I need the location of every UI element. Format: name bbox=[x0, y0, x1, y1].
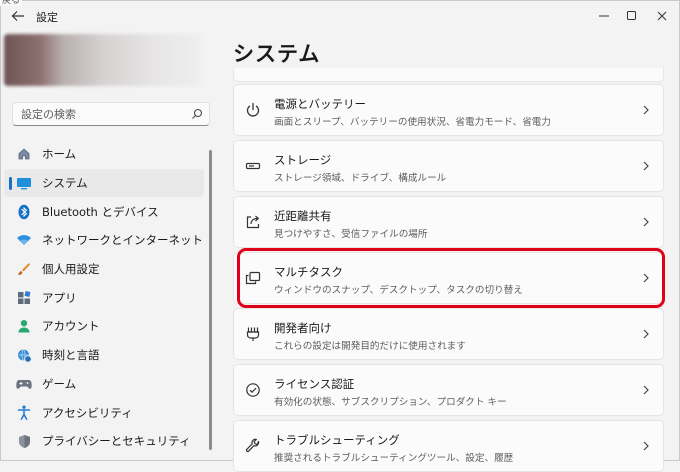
card-description: これらの設定は開発目的だけに使用されます bbox=[274, 341, 466, 352]
multitask-icon bbox=[244, 269, 262, 287]
sidebar-item-accounts[interactable]: アカウント bbox=[4, 312, 204, 341]
arrow-left-icon bbox=[11, 11, 24, 21]
home-icon bbox=[16, 146, 32, 162]
card-title: 電源とバッテリー bbox=[274, 97, 366, 111]
chevron-right-icon bbox=[643, 385, 649, 395]
chevron-right-icon bbox=[643, 217, 649, 227]
search-box[interactable] bbox=[12, 102, 210, 126]
wrench-icon bbox=[244, 437, 262, 455]
sidebar-item-time-language[interactable]: 時刻と言語 bbox=[4, 341, 204, 370]
sidebar-item-system[interactable]: システム bbox=[4, 168, 204, 198]
sidebar-item-apps[interactable]: アプリ bbox=[4, 283, 204, 312]
card-description: 見つけやすさ、受信ファイルの場所 bbox=[274, 229, 428, 240]
card-power-battery[interactable]: 電源とバッテリー 画面とスリープ、バッテリーの使用状況、省電力モード、省電力 bbox=[233, 84, 664, 136]
card-multitasking[interactable]: マルチタスク ウィンドウのスナップ、デスクトップ、タスクの切り替え bbox=[233, 252, 664, 304]
maximize-icon bbox=[627, 11, 636, 20]
chevron-right-icon bbox=[643, 441, 649, 451]
card-description: ストレージ領域、ドライブ、構成ルール bbox=[274, 173, 447, 184]
scrolled-card-edge bbox=[233, 68, 664, 82]
sidebar-item-network[interactable]: ネットワークとインターネット bbox=[4, 226, 204, 255]
card-description: 推奨されるトラブルシューティングツール、設定、履歴 bbox=[274, 453, 514, 464]
sidebar-item-privacy[interactable]: プライバシーとセキュリティ bbox=[4, 427, 204, 456]
chevron-right-icon bbox=[643, 329, 649, 339]
chevron-right-icon bbox=[643, 273, 649, 283]
sidebar-item-label: 時刻と言語 bbox=[42, 348, 100, 363]
title-bar: 戻る 設定 bbox=[0, 0, 680, 32]
card-title: ライセンス認証 bbox=[274, 377, 355, 391]
card-description: 有効化の状態、サブスクリプション、プロダクト キー bbox=[274, 397, 507, 408]
sidebar-item-label: アプリ bbox=[42, 290, 77, 305]
shield-icon bbox=[16, 433, 32, 449]
share-icon bbox=[244, 213, 262, 231]
sidebar-item-label: ホーム bbox=[42, 147, 77, 162]
power-icon bbox=[244, 101, 262, 119]
card-for-developers[interactable]: 開発者向け これらの設定は開発目的だけに使用されます bbox=[233, 308, 664, 360]
minimize-icon bbox=[599, 15, 609, 17]
storage-icon bbox=[244, 157, 262, 175]
sidebar-item-home[interactable]: ホーム bbox=[4, 140, 204, 169]
card-storage[interactable]: ストレージ ストレージ領域、ドライブ、構成ルール bbox=[233, 140, 664, 192]
globe-clock-icon bbox=[16, 347, 32, 363]
display-icon bbox=[16, 175, 32, 191]
card-troubleshoot[interactable]: トラブルシューティング 推奨されるトラブルシューティングツール、設定、履歴 bbox=[233, 420, 664, 472]
sidebar-item-label: ゲーム bbox=[42, 376, 77, 391]
bluetooth-icon bbox=[16, 204, 32, 220]
sidebar-item-label: アクセシビリティ bbox=[42, 405, 133, 420]
sidebar-item-bluetooth[interactable]: Bluetooth とデバイス bbox=[4, 197, 204, 226]
accessibility-icon bbox=[16, 405, 32, 421]
sidebar-item-label: Bluetooth とデバイス bbox=[42, 204, 159, 219]
card-nearby-sharing[interactable]: 近距離共有 見つけやすさ、受信ファイルの場所 bbox=[233, 196, 664, 248]
sidebar-item-label: アカウント bbox=[42, 319, 100, 334]
developer-icon bbox=[244, 325, 262, 343]
chevron-right-icon bbox=[643, 105, 649, 115]
activation-icon bbox=[244, 381, 262, 399]
sidebar-item-label: 個人用設定 bbox=[42, 262, 100, 277]
card-title: ストレージ bbox=[274, 153, 332, 167]
search-input[interactable] bbox=[13, 103, 189, 125]
card-title: 開発者向け bbox=[274, 321, 332, 335]
close-button[interactable] bbox=[644, 2, 680, 30]
sidebar-item-label: プライバシーとセキュリティ bbox=[42, 434, 191, 449]
sidebar-item-personalization[interactable]: 個人用設定 bbox=[4, 255, 204, 284]
close-icon bbox=[657, 11, 667, 21]
card-title: 近距離共有 bbox=[274, 209, 332, 223]
wifi-icon bbox=[16, 232, 32, 248]
card-title: マルチタスク bbox=[274, 265, 343, 279]
page-title: システム bbox=[233, 42, 321, 66]
chevron-right-icon bbox=[643, 161, 649, 171]
card-description: ウィンドウのスナップ、デスクトップ、タスクの切り替え bbox=[274, 285, 523, 296]
user-profile[interactable] bbox=[4, 34, 202, 86]
app-title: 設定 bbox=[36, 11, 58, 24]
back-button[interactable] bbox=[6, 6, 30, 26]
brush-icon bbox=[16, 261, 32, 277]
sidebar-item-label: システム bbox=[42, 176, 88, 191]
apps-icon bbox=[16, 290, 32, 306]
sidebar-nav: ホーム システム Bluetooth とデバイス ネットワークとインターネット … bbox=[4, 140, 204, 456]
card-activation[interactable]: ライセンス認証 有効化の状態、サブスクリプション、プロダクト キー bbox=[233, 364, 664, 416]
person-icon bbox=[16, 318, 32, 334]
card-title: トラブルシューティング bbox=[274, 433, 400, 447]
gamepad-icon bbox=[16, 376, 32, 392]
search-icon[interactable] bbox=[191, 108, 203, 120]
sidebar-item-label: ネットワークとインターネット bbox=[42, 233, 203, 248]
card-description: 画面とスリープ、バッテリーの使用状況、省電力モード、省電力 bbox=[274, 117, 551, 128]
sidebar-item-accessibility[interactable]: アクセシビリティ bbox=[4, 398, 204, 427]
selected-indicator bbox=[9, 176, 12, 190]
sidebar-scrollbar[interactable] bbox=[209, 150, 212, 450]
sidebar-item-gaming[interactable]: ゲーム bbox=[4, 370, 204, 399]
